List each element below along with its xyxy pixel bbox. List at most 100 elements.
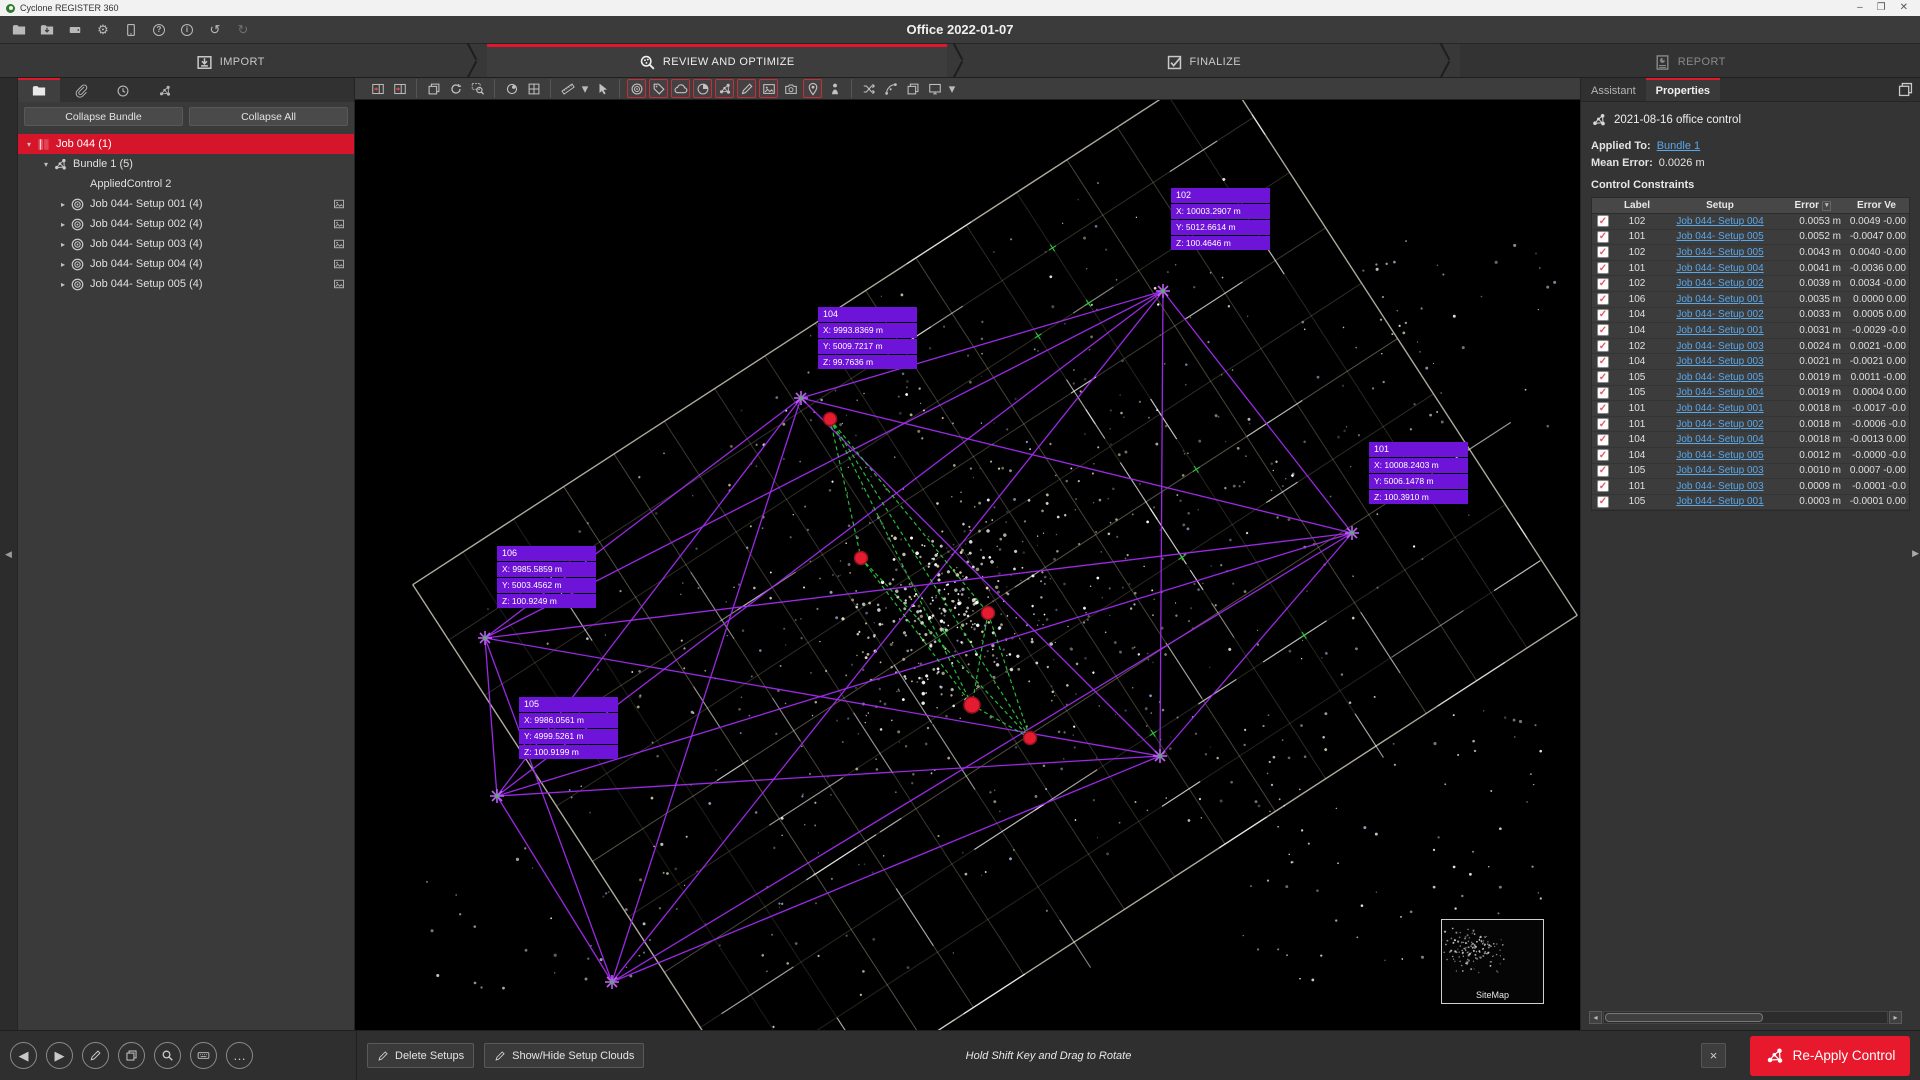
camera-button[interactable]: [781, 79, 800, 98]
tab-assistant[interactable]: Assistant: [1581, 78, 1646, 101]
reapply-control-button[interactable]: Re-Apply Control: [1750, 1036, 1910, 1076]
station-label-104[interactable]: 104X: 9993.8369 mY: 5009.7217 mZ: 99.763…: [818, 307, 917, 370]
constraint-setup-link[interactable]: Job 044- Setup 005: [1658, 231, 1782, 242]
zoom-region-button[interactable]: [468, 79, 487, 98]
tree-item-job-044-setup-004-4-[interactable]: ▸Job 044- Setup 004 (4): [18, 254, 354, 274]
panel-windows-button[interactable]: [1890, 78, 1920, 101]
constraint-checkbox[interactable]: ✓: [1597, 293, 1609, 305]
constraint-setup-link[interactable]: Job 044- Setup 005: [1658, 247, 1782, 258]
tree-item-job-044-setup-002-4-[interactable]: ▸Job 044- Setup 002 (4): [18, 214, 354, 234]
sidebar-tab-links[interactable]: [60, 78, 102, 102]
constraint-setup-link[interactable]: Job 044- Setup 001: [1658, 496, 1782, 507]
station-label-106[interactable]: 106X: 9985.5859 mY: 5003.4562 mZ: 100.92…: [497, 546, 596, 609]
station-label-101[interactable]: 101X: 10008.2403 mY: 5006.1478 mZ: 100.3…: [1369, 442, 1468, 505]
constraint-checkbox[interactable]: ✓: [1597, 402, 1609, 414]
panel-export-button[interactable]: [390, 79, 409, 98]
device-manager-button[interactable]: [120, 19, 142, 41]
caret-right-icon[interactable]: ▸: [58, 280, 68, 289]
constraint-checkbox[interactable]: ✓: [1597, 480, 1609, 492]
constraint-checkbox[interactable]: ✓: [1597, 356, 1609, 368]
split-cloud-button[interactable]: [859, 79, 878, 98]
dismiss-bar-button[interactable]: ×: [1701, 1043, 1726, 1068]
sidebar-tab-project-explorer[interactable]: [18, 78, 60, 102]
scroll-right-arrow[interactable]: ▸: [1889, 1011, 1902, 1024]
publish-button[interactable]: [64, 19, 86, 41]
tree-item-job-044-setup-005-4-[interactable]: ▸Job 044- Setup 005 (4): [18, 274, 354, 294]
constraint-checkbox[interactable]: ✓: [1597, 371, 1609, 383]
annotate-button[interactable]: [82, 1042, 109, 1069]
constraint-checkbox[interactable]: ✓: [1597, 340, 1609, 352]
constraint-setup-link[interactable]: Job 044- Setup 002: [1658, 309, 1782, 320]
constraint-checkbox[interactable]: ✓: [1597, 449, 1609, 461]
about-button[interactable]: i: [176, 19, 198, 41]
constraint-setup-link[interactable]: Job 044- Setup 002: [1658, 278, 1782, 289]
constraint-setup-link[interactable]: Job 044- Setup 004: [1658, 387, 1782, 398]
station-label-102[interactable]: 102X: 10003.2907 mY: 5012.6614 mZ: 100.4…: [1171, 188, 1270, 251]
copy-view-button[interactable]: [424, 79, 443, 98]
maximize-button[interactable]: ❐: [1877, 1, 1886, 15]
tree-item-bundle-1-5-[interactable]: ▾Bundle 1 (5): [18, 154, 354, 174]
constraint-checkbox[interactable]: ✓: [1597, 231, 1609, 243]
open-project-button[interactable]: [8, 19, 30, 41]
visual-style-button[interactable]: [502, 79, 521, 98]
constraint-setup-link[interactable]: Job 044- Setup 003: [1658, 465, 1782, 476]
screen-view-button[interactable]: [925, 79, 944, 98]
scrollbar-thumb[interactable]: [1605, 1013, 1763, 1022]
more-button[interactable]: …: [226, 1042, 253, 1069]
setups-toggle-button[interactable]: [627, 79, 646, 98]
tab-properties[interactable]: Properties: [1646, 78, 1720, 101]
merge-branch-button[interactable]: [881, 79, 900, 98]
clouds-toggle-button[interactable]: [671, 79, 690, 98]
column-header-Label[interactable]: Label: [1616, 200, 1658, 211]
caret-button[interactable]: ▾: [947, 79, 957, 98]
constraint-setup-link[interactable]: Job 044- Setup 001: [1658, 294, 1782, 305]
error-filter-caret[interactable]: ▾: [1822, 201, 1832, 211]
annotations-toggle-button[interactable]: [737, 79, 756, 98]
measure-button[interactable]: [558, 79, 577, 98]
labels-toggle-button[interactable]: [649, 79, 668, 98]
caret-down-icon[interactable]: ▾: [41, 160, 51, 169]
scroll-left-arrow[interactable]: ◂: [1589, 1011, 1602, 1024]
tree-item-job-044-setup-001-4-[interactable]: ▸Job 044- Setup 001 (4): [18, 194, 354, 214]
constraint-setup-link[interactable]: Job 044- Setup 002: [1658, 419, 1782, 430]
workflow-tab-import[interactable]: IMPORT: [0, 44, 461, 77]
sidebar-tab-history[interactable]: [102, 78, 144, 102]
constraint-checkbox[interactable]: ✓: [1597, 215, 1609, 227]
workflow-tab-review-and-optimize[interactable]: REVIEW AND OPTIMIZE: [487, 44, 948, 77]
constraint-setup-link[interactable]: Job 044- Setup 005: [1658, 372, 1782, 383]
tree-item-job-044-setup-003-4-[interactable]: ▸Job 044- Setup 003 (4): [18, 234, 354, 254]
station-label-105[interactable]: 105X: 9986.0561 mY: 4999.5261 mZ: 100.91…: [519, 697, 618, 760]
caret-right-icon[interactable]: ▸: [58, 200, 68, 209]
grid-view-button[interactable]: [524, 79, 543, 98]
images-toggle-button[interactable]: [759, 79, 778, 98]
table-horizontal-scrollbar[interactable]: ◂ ▸: [1589, 1011, 1902, 1024]
next-button[interactable]: ▶: [46, 1042, 73, 1069]
constraint-checkbox[interactable]: ✓: [1597, 434, 1609, 446]
column-header-Error Ve[interactable]: Error Ve: [1844, 200, 1909, 211]
tree-item-job-044-1-[interactable]: ▾Job 044 (1): [18, 134, 354, 154]
constraint-setup-link[interactable]: Job 044- Setup 003: [1658, 356, 1782, 367]
undo-button[interactable]: ↺: [204, 19, 226, 41]
workflow-tab-finalize[interactable]: FINALIZE: [973, 44, 1434, 77]
constraint-checkbox[interactable]: ✓: [1597, 418, 1609, 430]
constraint-setup-link[interactable]: Job 044- Setup 004: [1658, 434, 1782, 445]
rotate-view-button[interactable]: [446, 79, 465, 98]
constraint-checkbox[interactable]: ✓: [1597, 278, 1609, 290]
point-cloud-viewport[interactable]: 102X: 10003.2907 mY: 5012.6614 mZ: 100.4…: [355, 100, 1580, 1030]
constraint-setup-link[interactable]: Job 044- Setup 004: [1658, 216, 1782, 227]
caret-right-icon[interactable]: ▸: [58, 260, 68, 269]
constraint-checkbox[interactable]: ✓: [1597, 496, 1609, 508]
tree-item-appliedcontrol-2[interactable]: AppliedControl 2: [18, 174, 354, 194]
pick-pointer-button[interactable]: [593, 79, 612, 98]
constraint-setup-link[interactable]: Job 044- Setup 001: [1658, 403, 1782, 414]
show-hide-setup-clouds-button[interactable]: Show/Hide Setup Clouds: [484, 1043, 644, 1068]
scrollbar-track[interactable]: [1603, 1011, 1888, 1024]
bundle-toggle-button[interactable]: [715, 79, 734, 98]
caret-right-icon[interactable]: ▸: [58, 220, 68, 229]
geotag-toggle-button[interactable]: [803, 79, 822, 98]
constraint-checkbox[interactable]: ✓: [1597, 465, 1609, 477]
constraint-setup-link[interactable]: Job 044- Setup 005: [1658, 450, 1782, 461]
constraint-checkbox[interactable]: ✓: [1597, 387, 1609, 399]
column-header-Setup[interactable]: Setup: [1658, 200, 1782, 211]
constraint-checkbox[interactable]: ✓: [1597, 324, 1609, 336]
